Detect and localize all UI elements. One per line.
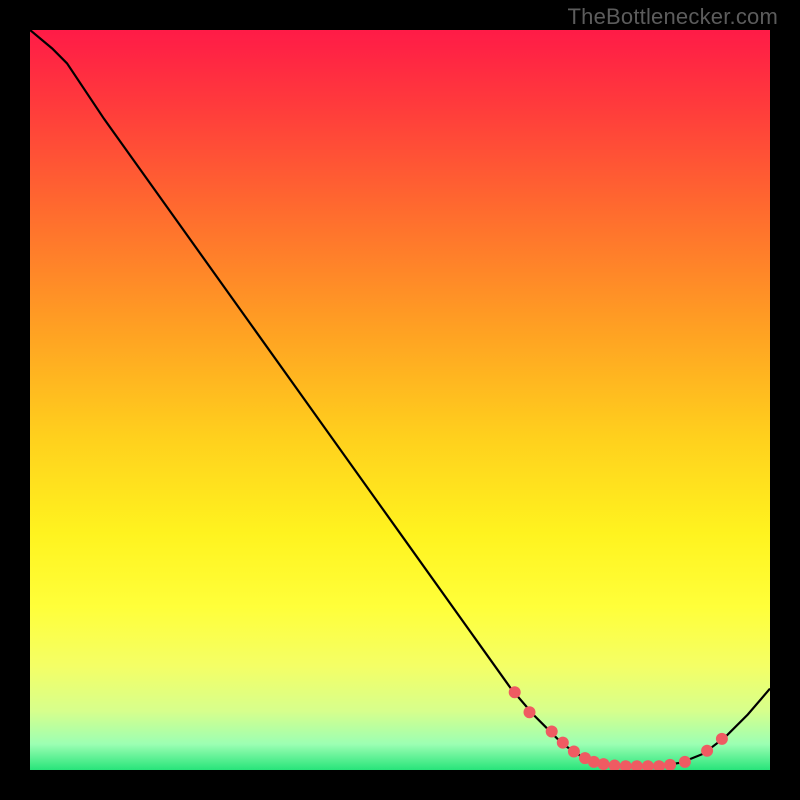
highlight-point [546,726,558,738]
highlight-point [568,746,580,758]
highlight-point [524,706,536,718]
plot-area [30,30,770,770]
watermark-text: TheBottlenecker.com [568,4,778,30]
highlight-point [557,737,569,749]
highlight-point [701,745,713,757]
highlight-point [679,756,691,768]
highlight-point [509,686,521,698]
gradient-background [30,30,770,770]
chart-container: TheBottlenecker.com [0,0,800,800]
highlight-point [598,758,610,770]
bottleneck-chart [30,30,770,770]
highlight-point [716,733,728,745]
